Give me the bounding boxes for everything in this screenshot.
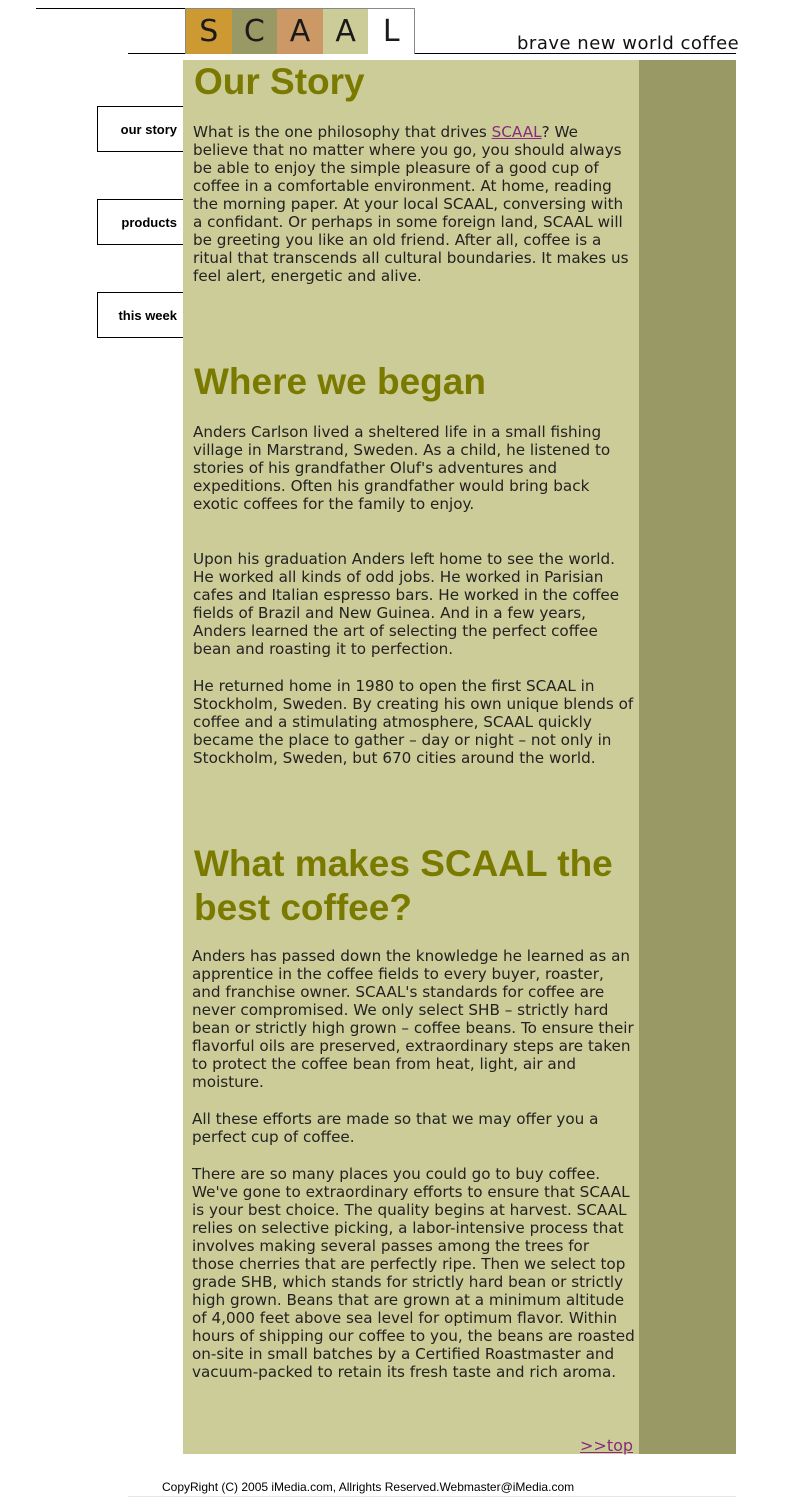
text-fragment: What is the one philosophy that drives <box>193 123 492 141</box>
header-rule-top <box>36 8 186 9</box>
heading-best-coffee: What makes SCAAL the best coffee? <box>194 843 613 928</box>
our-story-paragraph: What is the one philosophy that drives S… <box>193 123 637 285</box>
back-to-top-link[interactable]: >>top <box>580 1436 633 1455</box>
heading-where-we-began: Where we began <box>194 361 486 402</box>
began-paragraph-1: Anders Carlson lived a sheltered life in… <box>193 423 611 513</box>
logo-letter: A <box>277 9 323 54</box>
logo-letter: S <box>186 9 232 54</box>
logo-letter: L <box>368 9 414 54</box>
best-paragraph-3: There are so many places you could go to… <box>192 1165 635 1381</box>
nav-our-story[interactable]: our story <box>97 106 183 152</box>
nav-this-week[interactable]: this week <box>97 292 183 338</box>
text-fragment: ? We believe that no matter where you go… <box>193 123 629 285</box>
footer-copyright: CopyRight (C) 2005 iMedia.com, Allrights… <box>162 1480 575 1494</box>
scaal-link[interactable]: SCAAL <box>492 123 542 141</box>
best-paragraph-1: Anders has passed down the knowledge he … <box>192 947 634 1091</box>
began-paragraph-3: He returned home in 1980 to open the fir… <box>193 677 634 767</box>
best-paragraph-2: All these efforts are made so that we ma… <box>192 1110 599 1146</box>
right-sidebar <box>639 60 736 1454</box>
heading-our-story: Our Story <box>194 61 365 102</box>
began-paragraph-2: Upon his graduation Anders left home to … <box>193 550 620 658</box>
tagline: brave new world coffee <box>517 33 740 54</box>
logo-letter: A <box>322 9 369 54</box>
logo-letter: C <box>231 9 278 54</box>
nav-products[interactable]: products <box>97 199 183 245</box>
scaal-logo[interactable]: S C A A L <box>185 8 415 54</box>
